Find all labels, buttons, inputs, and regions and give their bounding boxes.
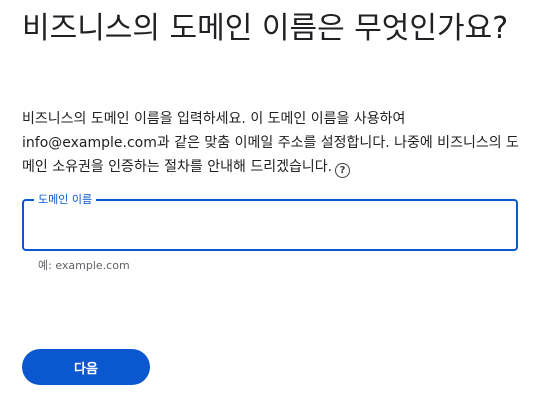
domain-name-input[interactable] [38, 213, 502, 239]
help-icon[interactable]: ? [335, 163, 351, 178]
domain-name-label: 도메인 이름 [34, 193, 97, 207]
description-text: 비즈니스의 도메인 이름을 입력하세요. 이 도메인 이름을 사용하여 info… [22, 111, 519, 175]
page-title: 비즈니스의 도메인 이름은 무엇인가요? [22, 11, 509, 46]
page-description: 비즈니스의 도메인 이름을 입력하세요. 이 도메인 이름을 사용하여 info… [22, 107, 527, 179]
next-button[interactable]: 다음 [22, 349, 150, 385]
domain-name-field[interactable]: 도메인 이름 [22, 193, 518, 251]
domain-hint: 예: example.com [38, 259, 130, 272]
